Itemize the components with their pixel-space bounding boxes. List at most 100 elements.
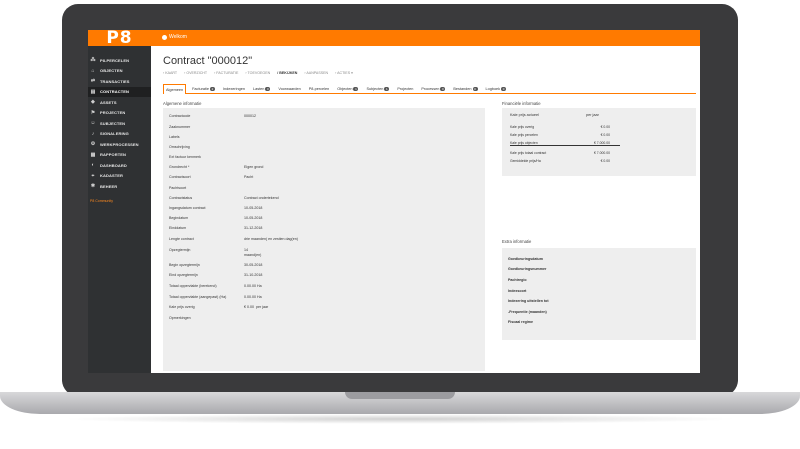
tab-p8-percelen[interactable]: P8-percelen (307, 84, 331, 94)
sidebar-item-objecten[interactable]: ⌂ OBJECTEN (88, 66, 151, 77)
sidebar-item-kadaster[interactable]: ⌖ KADASTER (88, 171, 151, 182)
workflow-icon: ⚙ (90, 141, 96, 148)
general-info-panel: Contractcode 000012 Zaaknummer Labels Omschr… (163, 108, 485, 371)
field-label: Eind opzegtermijn (169, 273, 198, 277)
extra-info-panel: Goedkeuringsdatum Goedkeuringsnummer Pacht… (502, 248, 696, 340)
financial-col-price: Kale prijs actueel (510, 113, 539, 117)
financial-label: Kale prijs totaal contract (510, 151, 547, 155)
sidebar-item-label: WERKPROCESSEN (100, 141, 139, 147)
field-value: 000012 (244, 114, 256, 118)
p8-logo[interactable]: P8 (88, 30, 151, 47)
financial-value: € 0.00 (600, 133, 610, 137)
sidebar-item-label: TRANSACTIES (100, 78, 130, 84)
field-label: Ingangsdatum contract (169, 206, 206, 210)
field-label: Labels (169, 135, 180, 139)
sidebar-item-subjecten[interactable]: ☺ SUBJECTEN (88, 118, 151, 129)
transactions-icon: ⇄ (90, 78, 96, 85)
field-value: 30-05-2018 (244, 263, 263, 267)
bell-icon: ♪ (91, 130, 95, 137)
financial-label: Kale prijs overig (510, 125, 535, 129)
sidebar-item-p8-percelen[interactable]: ⁂ P8-PERCELEN (88, 55, 151, 66)
tab-label: Logboek (485, 87, 501, 91)
tab-label: Voorwaarden (278, 87, 301, 91)
tab-objecten[interactable]: Objecten 1 (335, 84, 360, 94)
financial-info-title: Financiële informatie (502, 101, 541, 106)
sidebar-item-label: SUBJECTEN (100, 120, 126, 126)
extra-info-title: Extra informatie (502, 239, 532, 244)
tab-label: Processen (421, 87, 440, 91)
home-icon: ⌂ (91, 67, 95, 74)
field-label: Ext factuur kenmerk (169, 155, 201, 159)
app-screen: P8 Welkom ⁂ P8-PERCELEN ⌂ OBJECTEN ⇄ TRANSACT… (88, 30, 700, 373)
parcels-icon: ⁂ (90, 57, 96, 64)
field-label: Lengte contract (169, 237, 194, 241)
tab-indexeringen[interactable]: Indexeringen (221, 84, 247, 94)
sidebar-item-beheer[interactable]: ✱ BEHEER (88, 181, 151, 192)
field-label: Totaal oppervlakte (berekend) (169, 284, 217, 288)
tab-subjecten[interactable]: Subjecten 1 (364, 84, 391, 94)
extra-field-label: Pachtregio (508, 278, 527, 282)
tab-label: Projecten (397, 87, 414, 91)
tab-bestanden[interactable]: Bestanden 0 (451, 84, 479, 94)
welcome-menu[interactable]: Welkom (162, 34, 187, 40)
financial-value: € 0.00 (600, 125, 610, 129)
action-6[interactable]: › ACTIES ▾ (335, 71, 353, 75)
sidebar-item-rapporten[interactable]: ▦ RAPPORTEN (88, 150, 151, 161)
dashboard-icon: ◐ (91, 162, 95, 169)
field-value: drie maanden( en zestien dag(en) (244, 237, 298, 241)
financial-row: Gemiddelde prijs/Ha € 0.00 (510, 159, 620, 164)
financial-row: Kale prijs overig € 0.00 (510, 125, 620, 130)
tab-facturatie[interactable]: Facturatie 2 (190, 84, 217, 94)
extra-field-label: Indexsoort (508, 289, 527, 293)
financial-row: Kale prijs percelen € 0.00 (510, 133, 620, 138)
welcome-label: Welkom (169, 34, 187, 40)
sidebar-item-dashboard[interactable]: ◐ DASHBOARD (88, 160, 151, 171)
tab-projecten[interactable]: Projecten (395, 84, 415, 94)
action-0[interactable]: › KAART (163, 71, 177, 75)
field-label: Grondrecht * (169, 165, 190, 169)
tab-algemeen[interactable]: Algemeen (163, 84, 187, 94)
count-badge: 1 (384, 87, 390, 91)
extra-field-label: Fiscaal regime (508, 320, 533, 324)
action-2[interactable]: › FACTURATIE (214, 71, 238, 75)
sidebar-item-projecten[interactable]: ⚑ PROJECTEN (88, 108, 151, 119)
action-1[interactable]: › OVERZICHT (184, 71, 207, 75)
sidebar-item-assets[interactable]: ◆ ASSETS (88, 97, 151, 108)
field-label: Begindatum (169, 216, 189, 220)
sidebar-item-contracten[interactable]: ▤ CONTRACTEN (88, 86, 151, 97)
field-label: Omschrijving (169, 145, 190, 149)
sidebar-item-werkprocessen[interactable]: ⚙ WERKPROCESSEN (88, 139, 151, 150)
count-badge: 0 (501, 87, 507, 91)
action-5[interactable]: › AANPASSEN (304, 71, 328, 75)
sidebar-item-label: P8-PERCELEN (100, 57, 130, 63)
sidebar-community-link[interactable]: P8 Community (88, 198, 151, 204)
extra-field-label: Indexering uitstellen tot (508, 299, 549, 303)
action-4[interactable]: / BEKIJKEN (277, 71, 297, 75)
sidebar-item-signalering[interactable]: ♪ SIGNALERING (88, 129, 151, 140)
general-info-title: Algemene informatie (163, 101, 202, 106)
people-icon: ☺ (90, 120, 96, 127)
tab-label: Algemeen (166, 87, 184, 92)
extra-field-label: Goedkeuringsdatum (508, 257, 543, 261)
extra-field-label: -Frequentie (maanden) (508, 310, 547, 314)
field-label: Contractsoort (169, 175, 191, 179)
tab-lasten[interactable]: Lasten 0 (251, 84, 272, 94)
tab-label: Indexeringen (223, 87, 245, 91)
sidebar-item-transacties[interactable]: ⇄ TRANSACTIES (88, 76, 151, 87)
gear-icon: ✱ (90, 183, 96, 190)
sidebar: ⁂ P8-PERCELEN ⌂ OBJECTEN ⇄ TRANSACTIES ▤ CONTRA… (88, 46, 151, 373)
projects-icon: ⚑ (90, 109, 96, 116)
laptop-notch (345, 392, 455, 399)
extra-field-label: Goedkeuringsnummer (508, 267, 547, 271)
action-3[interactable]: › TOEVOEGEN (245, 71, 270, 75)
tab-voorwaarden[interactable]: Voorwaarden (276, 84, 302, 94)
field-value: 14 maand(en) (244, 248, 262, 257)
tab-logboek[interactable]: Logboek 0 (484, 84, 509, 94)
field-label: Totaal oppervlakte (aangepast) (Ha) (169, 295, 227, 299)
count-badge: 2 (210, 87, 215, 91)
financial-col-period: per jaar (586, 113, 599, 117)
tab-processen[interactable]: Processen 0 (419, 84, 447, 94)
field-label: Begin opzegtermijn (169, 263, 200, 267)
field-label: Contractstatus (169, 196, 193, 200)
financial-row: Kale prijs totaal contract € 7.000.00 (510, 151, 620, 156)
